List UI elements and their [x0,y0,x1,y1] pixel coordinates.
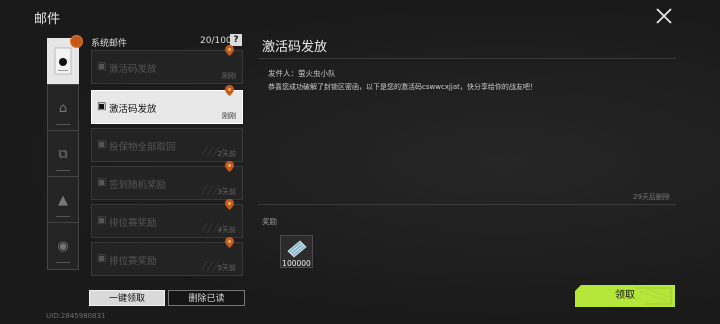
user-id: UID:2845980831 [46,312,106,320]
unread-marker-icon [225,45,234,56]
gift-icon: ▣ [97,61,107,72]
mail-item[interactable]: ▣ 签到随机奖励 3天前 [91,161,243,200]
mail-age: 刚刚 [222,72,236,80]
currency-bundle-icon [287,240,307,258]
mail-sender: 发件人：萤火虫小队 [268,69,336,78]
mail-age: 2天前 [217,150,236,158]
mail-item[interactable]: ▣ 排位赛奖励 4天前 [91,199,243,238]
reward-item[interactable]: 100000 [280,235,313,268]
unread-marker-icon [225,85,234,96]
unread-marker-icon [225,199,234,210]
mail-list: ▣ 激活码发放 刚刚 ▣ 激活码发放 刚刚 ▣ 投保物全部取回 2天前 ▣ 签到… [91,45,245,278]
mail-age: 5天前 [217,264,236,272]
gift-icon: ▣ [97,177,107,188]
unread-marker-icon [225,161,234,172]
tab-category-4[interactable]: ▲ [47,176,79,224]
mail-item-selected[interactable]: ▣ 激活码发放 刚刚 [91,85,243,124]
mail-subject: 排位赛奖励 [109,256,157,267]
mail-subject: 排位赛奖励 [109,218,157,229]
mail-expire-note: 29天后删除 [633,193,670,201]
mail-subject: 投保物全部取回 [109,142,176,153]
delete-read-button[interactable]: 删除已读 [168,290,245,306]
mail-subject: 激活码发放 [109,104,157,115]
tab-category-2[interactable]: ⌂ [47,84,79,132]
helmet-icon: ◉ [57,238,69,254]
system-mail-icon [52,46,74,80]
gift-icon: ▣ [97,253,107,264]
warning-triangle-icon: ▲ [58,192,68,208]
dice-icon: ⧉ [58,146,68,162]
mail-item[interactable]: ▣ 激活码发放 刚刚 [91,45,243,84]
window-title: 邮件 [34,12,61,27]
mail-age: 刚刚 [222,112,236,120]
mail-subject: 签到随机奖励 [109,180,167,191]
mail-list-title: 系统邮件 [91,39,128,49]
divider [258,58,676,59]
gift-icon: ▣ [97,139,107,150]
tag-icon: ⌂ [58,100,68,116]
divider [258,204,676,205]
mail-item[interactable]: ▣ 排位赛奖励 5天前 [91,237,243,276]
mail-age: 4天前 [217,226,236,234]
gift-icon: ▣ [97,215,107,226]
mail-detail-title: 激活码发放 [262,40,328,55]
reward-quantity: 100000 [282,259,311,268]
mail-subject: 激活码发放 [109,64,157,75]
gift-icon: ▣ [97,101,107,112]
claim-button[interactable]: 领取 [575,285,675,307]
close-icon[interactable] [652,4,676,28]
claim-button-label: 领取 [615,290,635,301]
unread-marker-icon [225,237,234,248]
mail-age: 3天前 [217,188,236,196]
claim-all-button[interactable]: 一键领取 [89,290,165,306]
tab-category-5[interactable]: ◉ [47,222,79,270]
mail-item[interactable]: ▣ 投保物全部取回 2天前 [91,128,243,162]
mail-body: 恭喜您成功破解了封锁区密函，以下是您的激活码cswwcxjjat，快分享给你的战… [268,83,537,91]
tab-system-mail[interactable] [47,35,83,88]
tab-category-3[interactable]: ⧉ [47,130,79,178]
notification-marker [70,35,83,48]
reward-label: 奖励 [262,217,277,226]
